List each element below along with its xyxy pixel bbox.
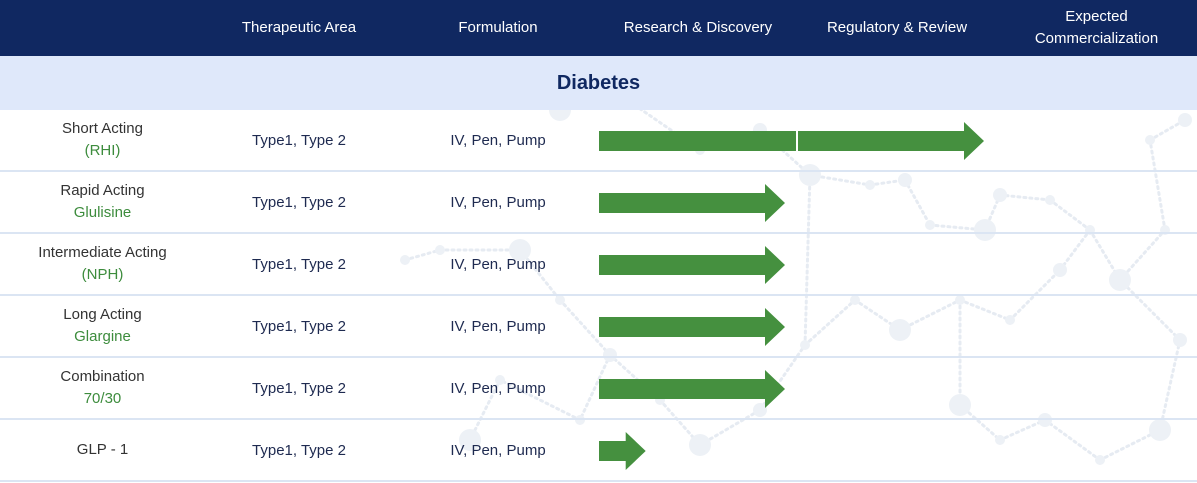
pipeline-bar — [599, 122, 984, 160]
pipeline-bar — [599, 370, 785, 408]
section-header: Diabetes — [0, 56, 1197, 110]
header-col-formulation: Formulation — [458, 19, 538, 36]
header-col-regulatory: Regulatory & Review — [826, 19, 968, 36]
header-col-commercialization: Expected Commercialization — [1034, 8, 1159, 47]
pipeline-bar — [599, 184, 785, 222]
header-col-research: Research & Discovery — [623, 19, 773, 36]
pipeline-arrow — [599, 308, 785, 346]
pipeline-arrows — [599, 122, 984, 470]
pipeline-arrow — [599, 432, 646, 470]
header-bar: Therapeutic Area Formulation Research & … — [0, 0, 1197, 56]
pipeline-arrow — [599, 122, 984, 160]
pipeline-arrow — [599, 184, 785, 222]
pipeline-bar — [599, 432, 646, 470]
pipeline-arrow — [599, 370, 785, 408]
header-col-therapeutic-area: Therapeutic Area — [241, 19, 357, 36]
header-col-product — [0, 0, 200, 56]
pipeline-bar — [599, 308, 785, 346]
pipeline-bar — [599, 246, 785, 284]
section-title: Diabetes — [556, 71, 641, 94]
pipeline-arrow — [599, 246, 785, 284]
